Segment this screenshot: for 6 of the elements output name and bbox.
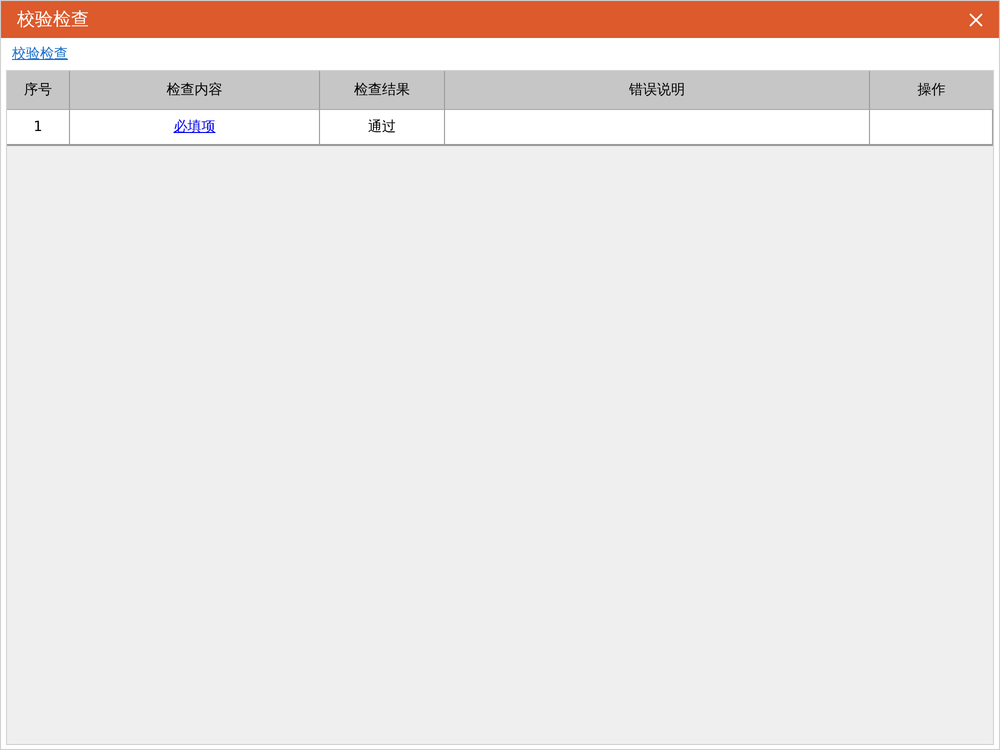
window-title: 校验检查: [17, 8, 89, 32]
table-cell-text: 1: [32, 118, 44, 136]
content-link[interactable]: 必填项: [174, 116, 216, 138]
table-cell: 通过: [319, 110, 444, 144]
column-header: 序号: [23, 80, 53, 100]
check-link[interactable]: 校验检查: [12, 44, 68, 64]
